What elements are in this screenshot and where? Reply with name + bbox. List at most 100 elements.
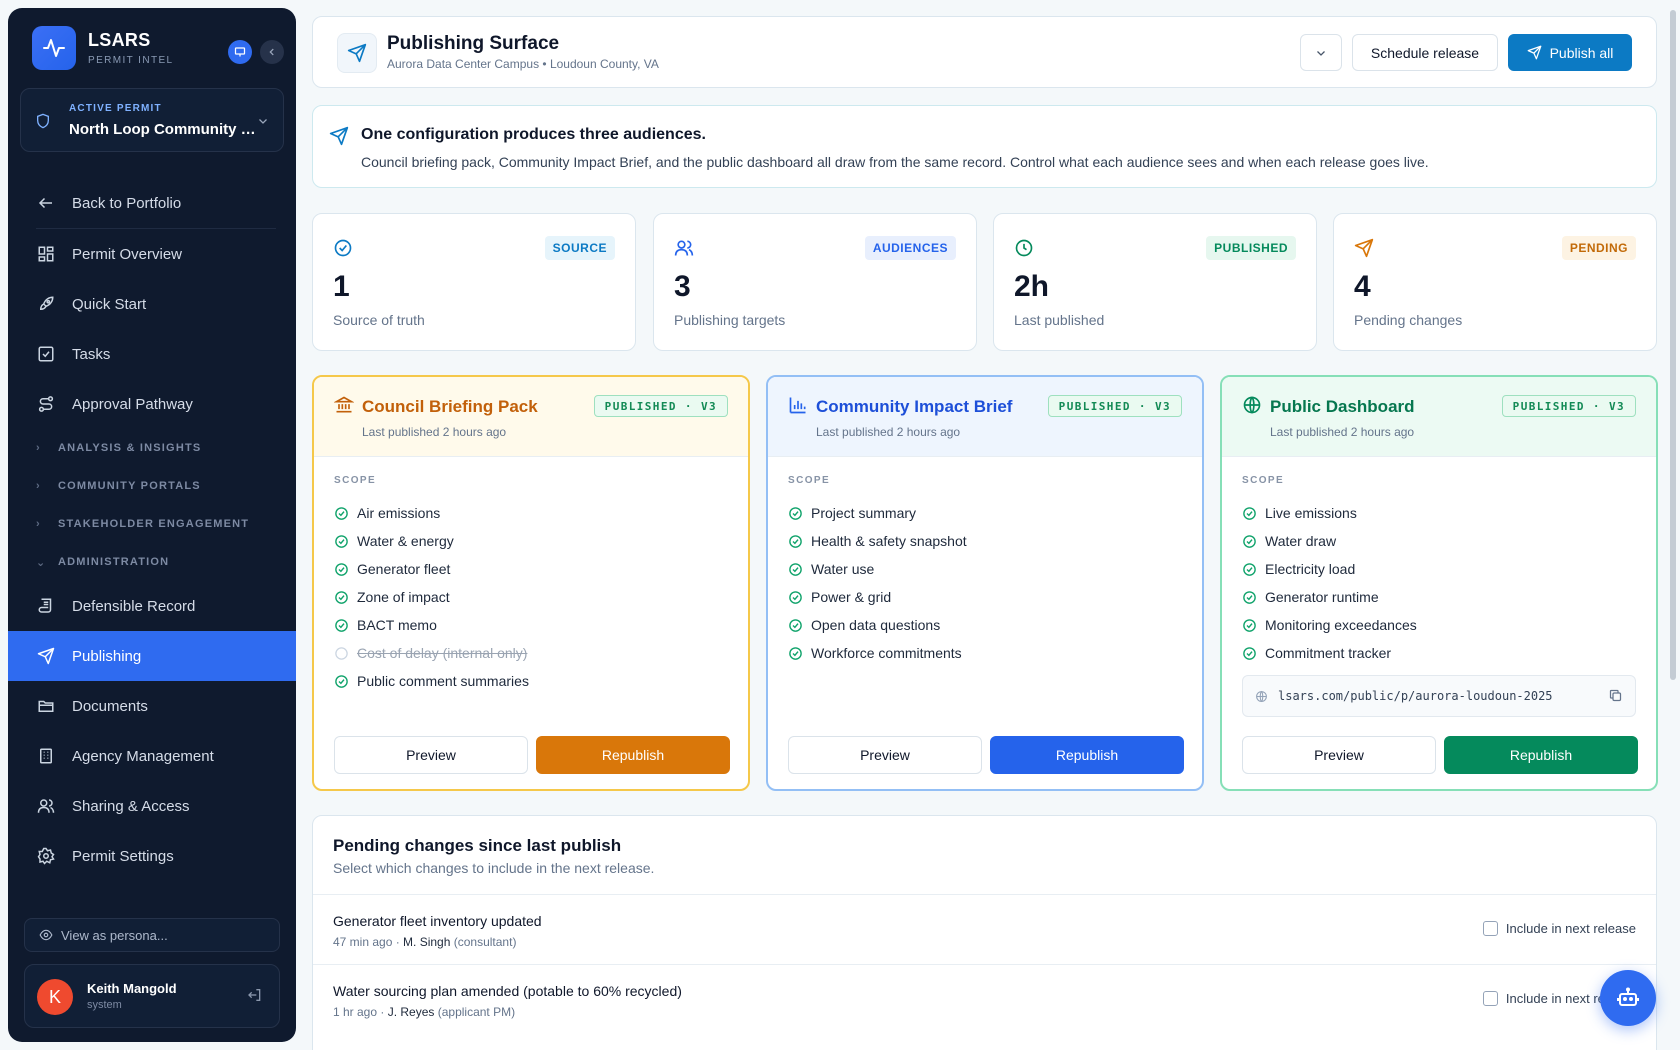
sidebar-item-sharing[interactable]: Sharing & Access [8,781,296,831]
public-url-field[interactable]: lsars.com/public/p/aurora-loudoun-2025 [1242,675,1636,717]
scope-item[interactable]: Power & grid [788,583,967,611]
scope-item[interactable]: Cost of delay (internal only) [334,639,529,667]
scope-item[interactable]: Generator runtime [1242,583,1417,611]
active-permit-selector[interactable]: ACTIVE PERMIT North Loop Community M... [20,88,284,152]
scope-item[interactable]: Monitoring exceedances [1242,611,1417,639]
scope-item[interactable]: Air emissions [334,499,529,527]
scope-label: SCOPE [1242,475,1285,486]
card-title: Public Dashboard [1270,397,1415,416]
more-options-button[interactable] [1300,34,1342,71]
sidebar-group-portals[interactable]: › COMMUNITY PORTALS [8,467,296,505]
scope-item-label: Electricity load [1265,561,1356,577]
checkbox[interactable] [1482,991,1498,1006]
change-role: (consultant) [450,935,517,949]
status-badge: PUBLISHED · V3 [593,395,728,417]
check-circle-icon [334,562,349,577]
brand-name: LSARS [88,30,151,50]
sidebar-item-documents[interactable]: Documents [8,681,296,731]
scope-item[interactable]: Commitment tracker [1242,639,1417,667]
scope-item[interactable]: Water draw [1242,527,1417,555]
sidebar-item-quickstart[interactable]: Quick Start [8,279,296,329]
scope-item[interactable]: Public comment summaries [334,667,529,695]
sidebar-item-publishing[interactable]: Publishing [8,631,296,681]
page-subtitle: Aurora Data Center Campus • Loudoun Coun… [387,57,659,71]
sidebar-item-tasks[interactable]: Tasks [8,329,296,379]
assistant-bot-button[interactable] [1600,970,1656,1026]
sidebar-item-settings[interactable]: Permit Settings [8,831,296,881]
scope-item[interactable]: Zone of impact [334,583,529,611]
rocket-icon [36,294,56,314]
sidebar-item-label: Quick Start [72,295,147,313]
scope-item[interactable]: Generator fleet [334,555,529,583]
republish-button[interactable]: Republish [536,736,730,774]
page-scrollbar[interactable] [1670,10,1676,680]
include-next-release-checkbox[interactable]: Include in next release [1482,921,1636,936]
republish-button[interactable]: Republish [1444,736,1638,774]
logout-icon[interactable] [247,987,263,1003]
scope-item[interactable]: Project summary [788,499,967,527]
brand: LSARS PERMIT INTEL [32,26,174,70]
view-as-persona-button[interactable]: View as persona... [24,918,280,952]
sidebar-group-label: COMMUNITY PORTALS [58,480,201,492]
scope-label: SCOPE [788,475,831,486]
scope-item[interactable]: Health & safety snapshot [788,527,967,555]
active-permit-name: North Loop Community M... [69,121,259,138]
building-icon [36,746,56,766]
active-permit-label: ACTIVE PERMIT [69,103,162,114]
change-role: (applicant PM) [434,1005,516,1019]
scope-item[interactable]: BACT memo [334,611,529,639]
chevron-down-icon [1315,47,1327,59]
scope-item[interactable]: Workforce commitments [788,639,967,667]
status-badge: PUBLISHED · V3 [1501,395,1636,417]
publish-all-label: Publish all [1549,44,1614,61]
sidebar-item-record[interactable]: Defensible Record [8,581,296,631]
copy-icon[interactable] [1608,688,1623,703]
checkbox[interactable] [1482,921,1498,936]
check-circle-icon [334,618,349,633]
check-circle-icon [334,674,349,689]
globe-icon [1255,690,1268,703]
stat-pending: PENDING 4 Pending changes [1333,213,1657,351]
card-subtitle: Last published 2 hours ago [816,425,961,439]
collapse-sidebar-icon[interactable] [260,40,284,64]
scope-item[interactable]: Live emissions [1242,499,1417,527]
republish-button[interactable]: Republish [990,736,1184,774]
persona-label: View as persona... [61,927,168,943]
publish-all-button[interactable]: Publish all [1508,34,1632,71]
scope-item[interactable]: Water & energy [334,527,529,555]
preview-button[interactable]: Preview [1242,736,1436,774]
sidebar-item-label: Back to Portfolio [72,194,182,212]
avatar: K [37,979,73,1015]
check-circle-icon [334,590,349,605]
preview-button[interactable]: Preview [788,736,982,774]
scope-item[interactable]: Open data questions [788,611,967,639]
scope-item[interactable]: Electricity load [1242,555,1417,583]
scope-item-label: Water use [811,561,875,577]
card-title: Community Impact Brief [816,397,1013,416]
sidebar-item-back[interactable]: Back to Portfolio [8,178,296,228]
schedule-release-button[interactable]: Schedule release [1352,34,1498,71]
sidebar: LSARS PERMIT INTEL ACTIVE PERMIT North L… [8,8,296,1042]
gear-icon [36,846,56,866]
scope-list: Live emissions Water draw Electricity load… [1242,499,1417,667]
change-title: Generator fleet inventory updated [333,913,542,929]
scope-item-label: Public comment summaries [357,673,529,689]
preview-button[interactable]: Preview [334,736,528,774]
robot-icon [1616,986,1640,1010]
users-icon [674,238,694,258]
presentation-icon[interactable] [228,40,252,64]
scope-item[interactable]: Water use [788,555,967,583]
user-role: system [87,999,122,1011]
check-circle-icon [788,618,803,633]
sidebar-item-approval[interactable]: Approval Pathway [8,379,296,429]
chevron-right-icon: › [36,442,41,454]
sidebar-item-label: Documents [72,697,148,715]
sidebar-group-stakeholder[interactable]: › STAKEHOLDER ENGAGEMENT [8,505,296,543]
eye-icon [39,928,61,942]
sidebar-group-analysis[interactable]: › ANALYSIS & INSIGHTS [8,429,296,467]
sidebar-item-label: Approval Pathway [72,395,193,413]
sidebar-group-admin[interactable]: ⌄ ADMINISTRATION [8,543,296,581]
sidebar-item-agency[interactable]: Agency Management [8,731,296,781]
sidebar-item-overview[interactable]: Permit Overview [8,229,296,279]
stat-source: SOURCE 1 Source of truth [312,213,636,351]
